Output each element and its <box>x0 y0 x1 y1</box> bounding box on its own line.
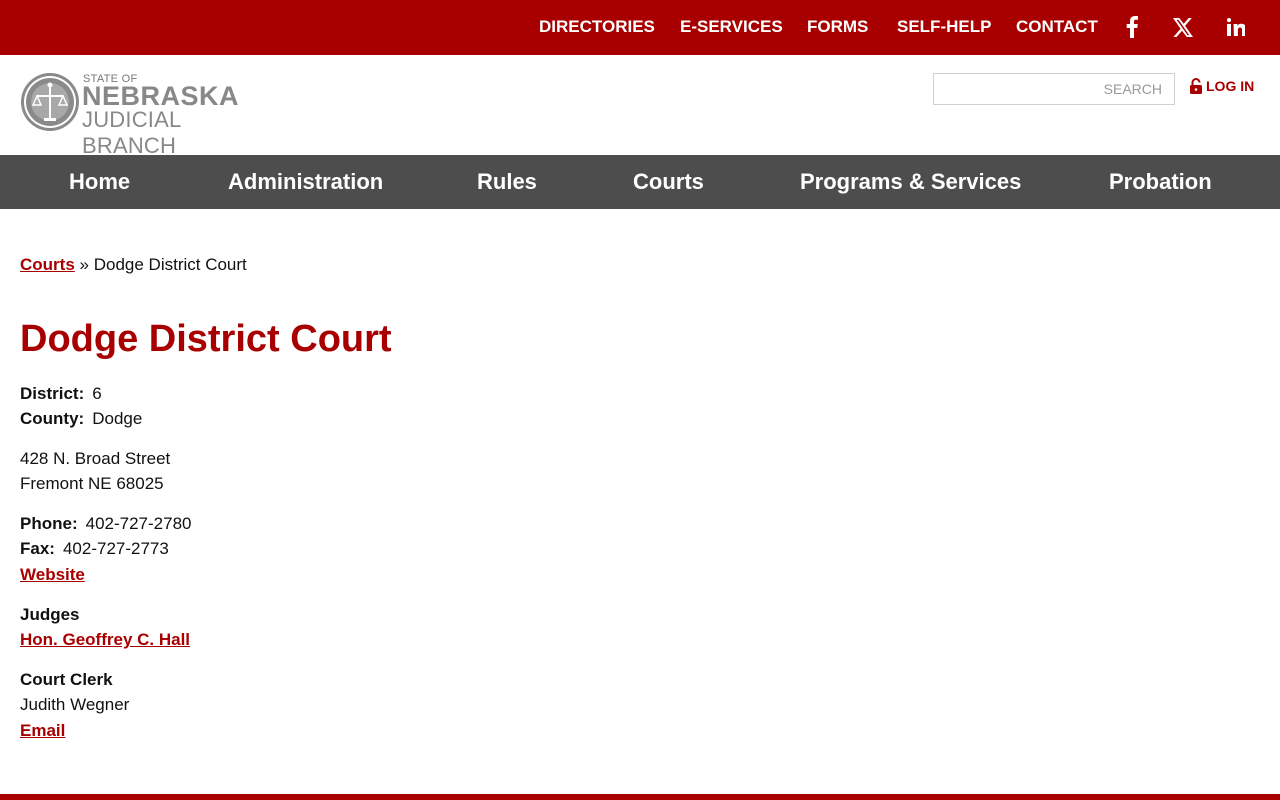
county-row: County: Dodge <box>20 409 142 429</box>
logo-judicial-branch: JUDICIAL BRANCH <box>82 107 181 158</box>
court-clerk-name: Judith Wegner <box>20 695 130 714</box>
facebook-icon[interactable] <box>1120 15 1144 39</box>
nebraska-seal-icon <box>21 73 79 131</box>
nav-home[interactable]: Home <box>69 169 130 195</box>
phone-row: Phone: 402-727-2780 <box>20 514 191 534</box>
top-link-forms[interactable]: FORMS <box>807 17 868 37</box>
address-line-2: Fremont NE 68025 <box>20 474 164 493</box>
top-link-contact[interactable]: CONTACT <box>1016 17 1098 37</box>
district-label: District: <box>20 384 85 403</box>
email-link[interactable]: Email <box>20 721 65 741</box>
nav-programs-services[interactable]: Programs & Services <box>800 169 1021 195</box>
breadcrumb-current: Dodge District Court <box>93 255 247 274</box>
x-icon[interactable] <box>1171 15 1195 39</box>
top-link-e-services[interactable]: E-SERVICES <box>680 17 783 37</box>
top-link-self-help[interactable]: SELF-HELP <box>897 17 991 37</box>
login-label: LOG IN <box>1206 78 1255 94</box>
judges-heading: Judges <box>20 605 80 624</box>
nav-courts[interactable]: Courts <box>633 169 704 195</box>
breadcrumb-courts-link[interactable]: Courts <box>20 255 75 274</box>
fax-value: 402-727-2773 <box>62 539 169 558</box>
breadcrumb: Courts » Dodge District Court <box>20 255 247 275</box>
fax-row: Fax: 402-727-2773 <box>20 539 169 559</box>
main-navigation: Home Administration Rules Courts Program… <box>0 155 1280 209</box>
website-link[interactable]: Website <box>20 565 85 585</box>
address-line-1: 428 N. Broad Street <box>20 449 171 468</box>
district-value: 6 <box>92 384 102 403</box>
top-link-directories[interactable]: DIRECTORIES <box>539 17 655 37</box>
county-label: County: <box>20 409 85 428</box>
nav-probation[interactable]: Probation <box>1109 169 1212 195</box>
judge-link[interactable]: Hon. Geoffrey C. Hall <box>20 630 190 650</box>
page-title: Dodge District Court <box>20 318 392 360</box>
county-value: Dodge <box>92 409 143 428</box>
fax-label: Fax: <box>20 539 55 558</box>
court-clerk-heading: Court Clerk <box>20 670 113 689</box>
login-link[interactable]: LOG IN <box>1189 78 1254 94</box>
phone-label: Phone: <box>20 514 78 533</box>
linkedin-icon[interactable] <box>1224 15 1248 39</box>
footer-top-bar <box>0 794 1280 800</box>
search-input[interactable] <box>934 74 1174 104</box>
top-utility-bar: DIRECTORIES E-SERVICES FORMS SELF-HELP C… <box>0 0 1280 55</box>
site-logo[interactable]: STATE OF NEBRASKA JUDICIAL BRANCH <box>20 72 280 158</box>
phone-value: 402-727-2780 <box>85 514 192 533</box>
nav-administration[interactable]: Administration <box>228 169 383 195</box>
district-row: District: 6 <box>20 384 102 404</box>
breadcrumb-separator: » <box>79 255 89 274</box>
lock-icon <box>1190 78 1202 94</box>
nav-rules[interactable]: Rules <box>477 169 537 195</box>
search-box <box>933 73 1175 105</box>
